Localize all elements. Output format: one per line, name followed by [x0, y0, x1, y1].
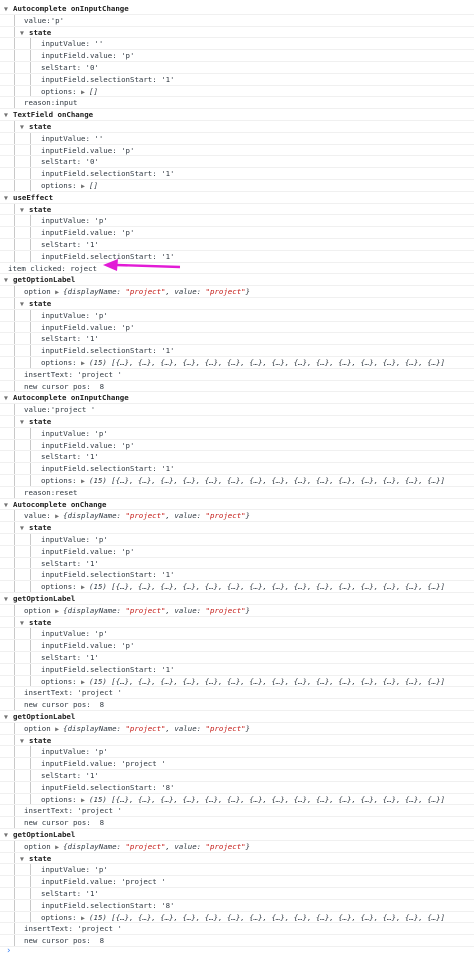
- annotation-arrow: [103, 259, 181, 271]
- arrow-head: [103, 259, 118, 271]
- arrow-shaft: [115, 263, 181, 269]
